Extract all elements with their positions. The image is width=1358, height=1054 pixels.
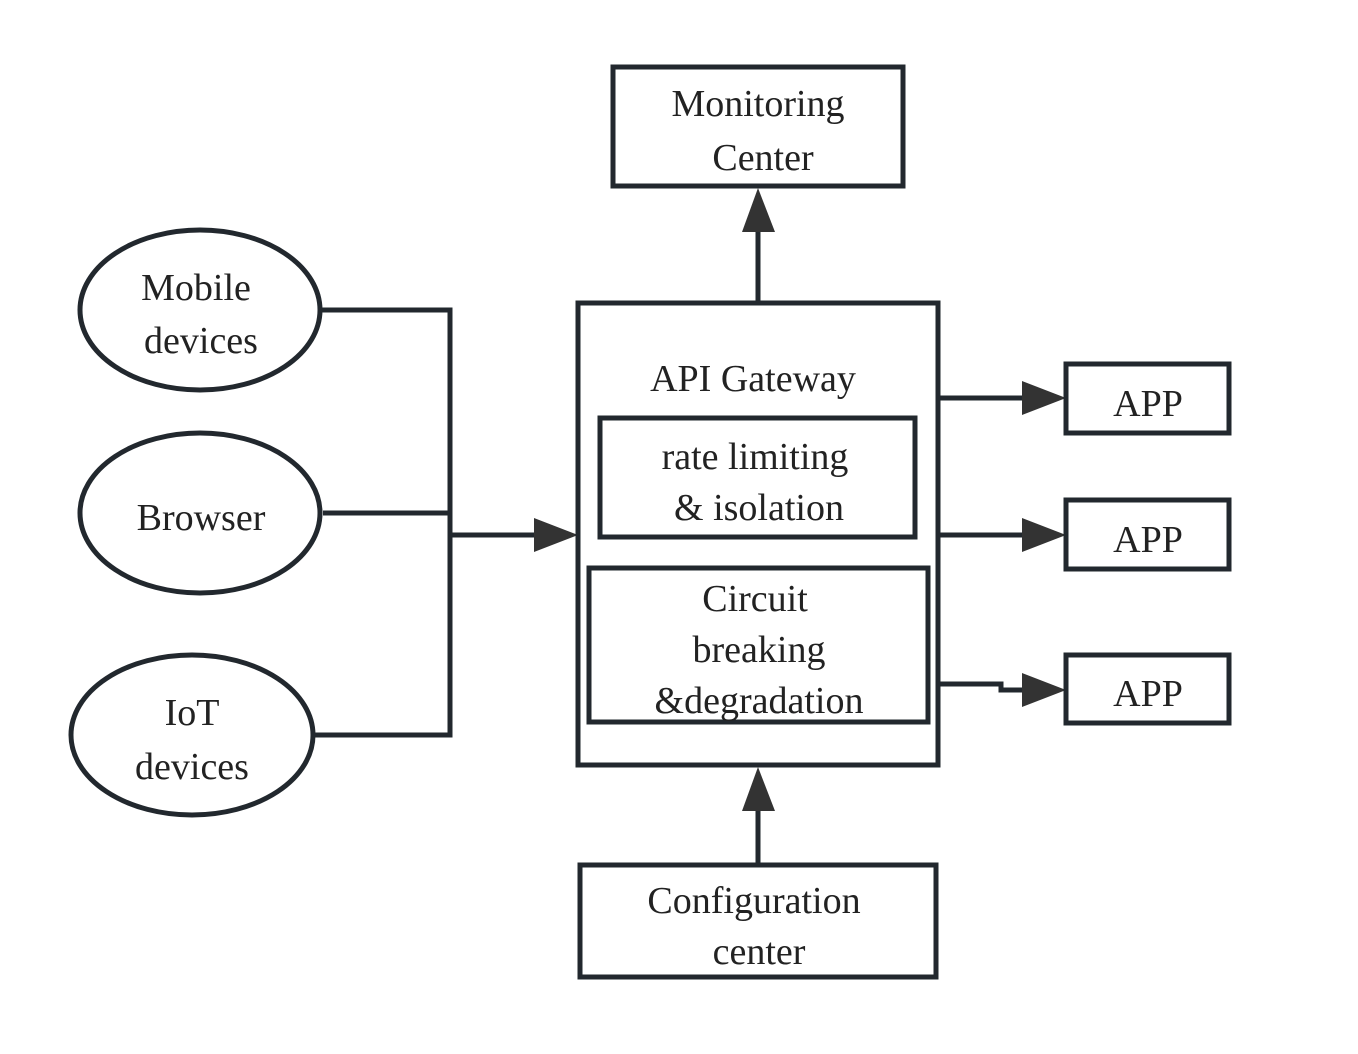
arrow-to-app-1: [938, 381, 1066, 415]
label: devices: [144, 320, 258, 362]
label: Browser: [137, 497, 266, 539]
client-connectors: [313, 307, 578, 738]
label: devices: [135, 746, 249, 788]
label: Configuration: [647, 880, 860, 922]
label: Center: [712, 137, 814, 179]
label: Circuit: [702, 578, 808, 620]
label: rate limiting: [662, 436, 849, 478]
app-node-1: APP: [1063, 361, 1232, 436]
label: center: [713, 931, 806, 973]
label: APP: [1113, 673, 1183, 715]
app-node-2: APP: [1063, 497, 1232, 572]
iot-devices-node: IoT devices: [68, 652, 316, 818]
monitoring-center-node: Monitoring Center: [610, 64, 906, 189]
label: APP: [1113, 383, 1183, 425]
arrow-to-app-3: [938, 673, 1066, 707]
api-gateway-diagram: Monitoring Center Mobile devices Browser…: [68, 64, 1232, 980]
arrow-to-app-2: [938, 518, 1066, 552]
label: Mobile: [141, 267, 251, 309]
label: breaking: [693, 629, 826, 671]
label: & isolation: [674, 487, 844, 529]
api-gateway-node: API Gateway rate limiting & isolation Ci…: [575, 300, 941, 768]
mobile-devices-node: Mobile devices: [77, 227, 323, 393]
gateway-title: API Gateway: [650, 358, 856, 400]
circuit-breaking-module: Circuit breaking &degradation: [586, 565, 931, 725]
configuration-center-node: Configuration center: [577, 862, 939, 980]
label: IoT: [165, 692, 220, 734]
label: Monitoring: [671, 83, 844, 125]
browser-node: Browser: [77, 430, 323, 596]
label: &degradation: [655, 680, 864, 722]
app-node-3: APP: [1063, 652, 1232, 726]
arrow-config-to-gateway: [742, 767, 775, 865]
arrow-gateway-to-monitoring: [742, 188, 775, 302]
rate-limiting-module: rate limiting & isolation: [597, 415, 918, 540]
label: APP: [1113, 519, 1183, 561]
